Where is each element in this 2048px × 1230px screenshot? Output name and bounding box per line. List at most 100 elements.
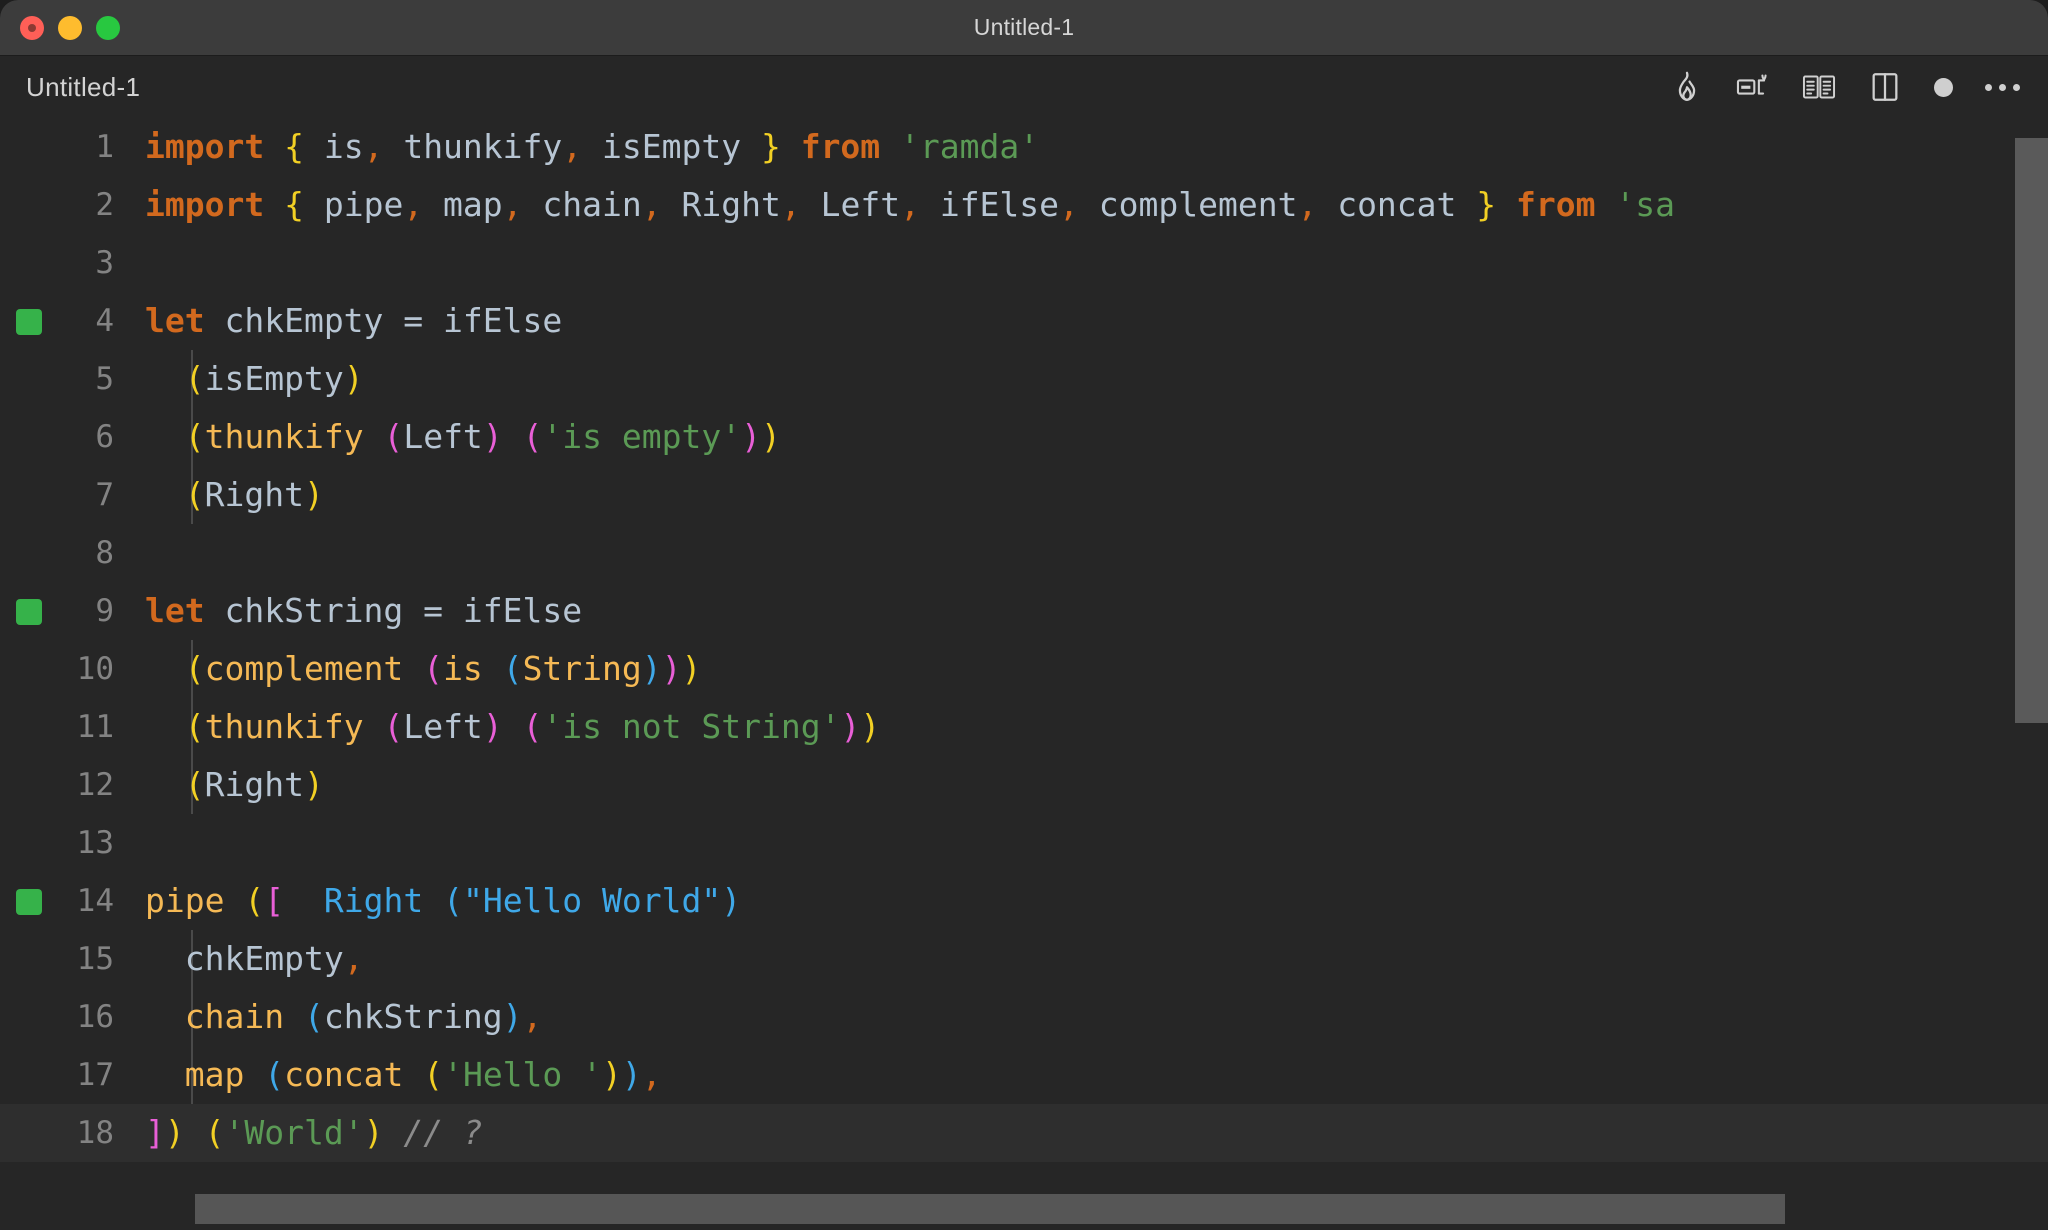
token-function: concat <box>284 1055 404 1094</box>
vertical-scrollbar-thumb[interactable] <box>2015 138 2048 723</box>
close-window-button[interactable] <box>20 16 44 40</box>
token-bracket: ) <box>343 359 364 398</box>
code-line[interactable]: 6 (thunkify (Left) ('is empty')) <box>0 408 2048 466</box>
token-string: 'World' <box>224 1113 364 1152</box>
token-keyword: import <box>145 185 265 224</box>
token-bracket: ( <box>184 417 205 456</box>
token-keyword: import <box>145 127 265 166</box>
token-keyword: from <box>1496 185 1616 224</box>
code-line[interactable]: 15 chkEmpty, <box>0 930 2048 988</box>
token-bracket: } <box>760 127 781 166</box>
horizontal-scrollbar[interactable] <box>0 1188 2048 1230</box>
token-string: 'is not String' <box>542 707 841 746</box>
code-line[interactable]: 2 import { pipe, map, chain, Right, Left… <box>0 176 2048 234</box>
token-comma: , <box>780 185 801 224</box>
gutter-added-marker[interactable] <box>16 599 42 625</box>
code-line[interactable]: 17 map (concat ('Hello ')), <box>0 1046 2048 1104</box>
split-editor-icon[interactable] <box>1868 70 1902 104</box>
code-line[interactable]: 12 (Right) <box>0 756 2048 814</box>
line-content[interactable]: (complement (is (String))) <box>140 640 702 698</box>
code-line[interactable]: 1 import { is, thunkify, isEmpty } from … <box>0 118 2048 176</box>
maximize-window-button[interactable] <box>96 16 120 40</box>
code-area[interactable]: 1 import { is, thunkify, isEmpty } from … <box>0 118 2048 1162</box>
line-number: 15 <box>76 941 114 977</box>
code-line[interactable]: 16 chain (chkString), <box>0 988 2048 1046</box>
token-identifier: Right <box>204 765 304 804</box>
line-number: 11 <box>76 709 114 745</box>
line-content[interactable]: (thunkify (Left) ('is empty')) <box>140 408 781 466</box>
token-comma: , <box>403 185 424 224</box>
line-content[interactable]: (Right) <box>140 756 324 814</box>
horizontal-scrollbar-thumb[interactable] <box>195 1194 1785 1224</box>
more-actions-icon[interactable] <box>1985 83 2020 91</box>
gutter-added-marker[interactable] <box>16 309 42 335</box>
line-content[interactable]: (thunkify (Left) ('is not String')) <box>140 698 880 756</box>
code-line[interactable]: 5 (isEmpty) <box>0 350 2048 408</box>
token-bracket: ( <box>264 1055 285 1094</box>
line-number: 2 <box>95 187 114 223</box>
line-number: 7 <box>95 477 114 513</box>
token-bracket: } <box>1476 185 1497 224</box>
token-function: chain <box>184 997 285 1036</box>
token-identifier: thunkify <box>383 127 563 166</box>
token-identifier: Left <box>403 707 483 746</box>
token-bracket: ) <box>661 649 682 688</box>
code-line-current[interactable]: 18 ]) ('World') // ? <box>0 1104 2048 1162</box>
tab-bar: Untitled-1 <box>0 56 167 118</box>
code-line[interactable]: 3 <box>0 234 2048 292</box>
vertical-scrollbar[interactable] <box>2015 118 2048 1230</box>
run-flame-icon[interactable] <box>1670 70 1704 104</box>
line-content[interactable]: chkEmpty, <box>140 930 364 988</box>
open-preview-icon[interactable] <box>1802 70 1836 104</box>
line-content[interactable]: (Right) <box>140 466 324 524</box>
token-function: map <box>184 1055 245 1094</box>
tab-untitled-1[interactable]: Untitled-1 <box>0 56 167 118</box>
window-controls <box>20 0 120 56</box>
token-bracket: { <box>284 127 304 166</box>
unsaved-dot-icon[interactable] <box>1934 77 1953 97</box>
code-line[interactable]: 11 (thunkify (Left) ('is not String')) <box>0 698 2048 756</box>
token-keyword: from <box>780 127 901 166</box>
token-bracket: ) <box>303 765 324 804</box>
code-line[interactable]: 14 pipe ([ Right ("Hello World") <box>0 872 2048 930</box>
line-content[interactable]: pipe ([ Right ("Hello World") <box>140 872 741 930</box>
code-line[interactable]: 13 <box>0 814 2048 872</box>
code-line[interactable]: 4 let chkEmpty = ifElse <box>0 292 2048 350</box>
line-number: 17 <box>76 1057 114 1093</box>
line-number: 16 <box>76 999 114 1035</box>
line-content[interactable]: import { is, thunkify, isEmpty } from 'r… <box>140 118 1039 176</box>
line-content[interactable]: (isEmpty) <box>140 350 364 408</box>
code-line[interactable]: 9 let chkString = ifElse <box>0 582 2048 640</box>
line-content[interactable]: import { pipe, map, chain, Right, Left, … <box>140 176 1675 234</box>
gutter-added-marker[interactable] <box>16 889 42 915</box>
code-line[interactable]: 10 (complement (is (String))) <box>0 640 2048 698</box>
token-comment: // ? <box>403 1113 483 1152</box>
editor-body[interactable]: 1 import { is, thunkify, isEmpty } from … <box>0 118 2048 1230</box>
line-content[interactable]: ]) ('World') // ? <box>140 1104 483 1162</box>
editor-window: Untitled-1 Untitled-1 1 import {is, thu… <box>0 0 2048 1230</box>
line-number: 10 <box>76 651 114 687</box>
token-comma: , <box>363 127 384 166</box>
code-line[interactable]: 8 <box>0 524 2048 582</box>
token-keyword: let <box>145 301 205 340</box>
token-bracket: { <box>284 185 304 224</box>
minimize-window-button[interactable] <box>58 16 82 40</box>
token-bracket: [ <box>264 881 285 920</box>
code-line[interactable]: 7 (Right) <box>0 466 2048 524</box>
token-identifier: chkString <box>323 997 503 1036</box>
window-title: Untitled-1 <box>973 14 1075 40</box>
token-identifier: pipe <box>303 185 404 224</box>
token-bracket: ( <box>184 707 205 746</box>
token-string: "Hello World" <box>462 881 722 920</box>
token-bracket: ) <box>482 417 503 456</box>
token-identifier: chkString = ifElse <box>204 591 583 630</box>
run-and-debug-icon[interactable] <box>1736 70 1770 104</box>
line-content[interactable]: chain (chkString), <box>140 988 543 1046</box>
token-bracket: ( <box>184 765 205 804</box>
token-bracket: ( <box>244 881 265 920</box>
token-identifier: ifElse <box>919 185 1060 224</box>
line-number: 18 <box>76 1115 114 1151</box>
line-content[interactable]: map (concat ('Hello ')), <box>140 1046 662 1104</box>
line-content[interactable]: let chkString = ifElse <box>140 582 582 640</box>
line-content[interactable]: let chkEmpty = ifElse <box>140 292 562 350</box>
